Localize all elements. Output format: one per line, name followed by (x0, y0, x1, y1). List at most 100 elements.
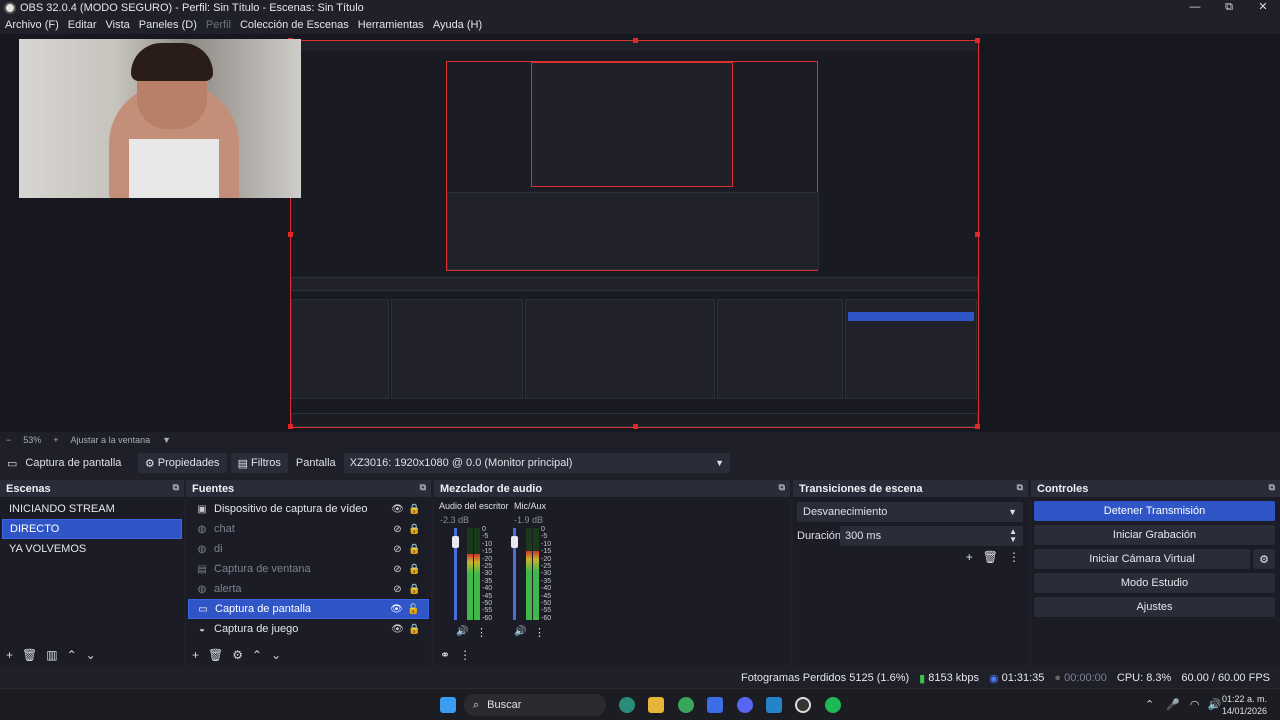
settings-button[interactable]: Ajustes (1034, 597, 1275, 617)
obs-icon[interactable] (795, 697, 811, 713)
resize-handle[interactable] (975, 232, 980, 237)
move-up-icon[interactable]: ⌃ (252, 648, 262, 662)
add-icon[interactable]: + (6, 648, 13, 662)
undock-icon[interactable]: ⧉ (1269, 482, 1275, 493)
more-icon[interactable]: ⋮ (1008, 550, 1020, 564)
speaker-icon[interactable]: 🔊 (514, 626, 526, 637)
trash-icon[interactable]: 🗑 (22, 648, 37, 662)
lock-icon[interactable]: 🔒 (406, 524, 423, 535)
chevron-down-icon[interactable]: ▼ (162, 435, 171, 445)
duration-input[interactable]: 300 ms ▲ ▼ (840, 526, 1023, 546)
webcam-preview[interactable] (19, 39, 301, 198)
stop-streaming-button[interactable]: Detener Transmisión (1034, 501, 1275, 521)
move-up-icon[interactable]: ⌃ (67, 648, 77, 662)
move-down-icon[interactable]: ⌄ (86, 648, 96, 662)
lock-icon[interactable]: 🔒 (406, 564, 423, 575)
undock-icon[interactable]: ⧉ (1017, 482, 1023, 493)
gear-icon[interactable]: ⚙ (232, 648, 243, 662)
discord-icon[interactable] (737, 697, 753, 713)
scene-item[interactable]: DIRECTO (2, 519, 182, 539)
menu-herramientas[interactable]: Herramientas (358, 19, 424, 31)
eye-hidden-icon[interactable]: ⊘ (389, 564, 406, 575)
eye-icon[interactable]: 👁 (389, 504, 406, 515)
eye-hidden-icon[interactable]: ⊘ (389, 544, 406, 555)
lock-icon[interactable]: 🔒 (406, 624, 423, 635)
scene-item[interactable]: INICIANDO STREAM (2, 499, 182, 519)
resize-handle[interactable] (288, 232, 293, 237)
photos-icon[interactable] (766, 697, 782, 713)
source-item[interactable]: ▤ Captura de ventana ⊘ 🔒 (188, 559, 429, 579)
resize-handle[interactable] (288, 424, 293, 429)
add-icon[interactable]: + (966, 550, 973, 564)
source-item[interactable]: ◒ Captura de juego 👁 🔒 (188, 619, 429, 639)
menu-vista[interactable]: Vista (106, 19, 130, 31)
screen-capture-preview[interactable] (288, 38, 980, 429)
menu-paneles[interactable]: Paneles (D) (139, 19, 197, 31)
move-down-icon[interactable]: ⌄ (271, 648, 281, 662)
wifi-icon[interactable]: ◠ (1190, 698, 1200, 711)
folder-icon[interactable] (648, 697, 664, 713)
close-button[interactable]: ✕ (1246, 0, 1280, 16)
undock-icon[interactable]: ⧉ (420, 482, 426, 493)
taskbar-search[interactable]: ⌕ Buscar (464, 694, 606, 716)
menu-perfil[interactable]: Perfil (206, 19, 231, 31)
maximize-button[interactable]: ⧉ (1212, 0, 1246, 16)
eye-icon[interactable]: 👁 (389, 624, 406, 635)
start-virtual-camera-button[interactable]: Iniciar Cámara Virtual (1034, 549, 1250, 569)
source-item[interactable]: ▭ Captura de pantalla 👁 🔓 (188, 599, 429, 619)
lock-icon[interactable]: 🔒 (406, 504, 423, 515)
undock-icon[interactable]: ⧉ (173, 482, 179, 493)
lock-icon[interactable]: 🔒 (406, 584, 423, 595)
resize-handle[interactable] (975, 424, 980, 429)
trash-icon[interactable]: 🗑 (208, 648, 223, 662)
spin-arrows-icon[interactable]: ▲ ▼ (1009, 528, 1017, 544)
fader-knob[interactable] (511, 536, 518, 548)
resize-handle[interactable] (975, 38, 980, 43)
fit-window-dropdown[interactable]: Ajustar a la ventana (71, 435, 151, 445)
menu-ayuda[interactable]: Ayuda (H) (433, 19, 482, 31)
clock[interactable]: 01:22 a. m. 14/01/2026 (1222, 693, 1267, 717)
filters-button[interactable]: ▤ Filtros (230, 453, 288, 473)
source-item[interactable]: ◍ chat ⊘ 🔒 (188, 519, 429, 539)
fader-knob[interactable] (452, 536, 459, 548)
gear-icon[interactable]: ⚙ (1253, 549, 1275, 569)
add-icon[interactable]: + (192, 648, 199, 662)
start-recording-button[interactable]: Iniciar Grabación (1034, 525, 1275, 545)
unlock-icon[interactable]: 🔓 (405, 604, 422, 615)
zoom-in-button[interactable]: + (53, 435, 58, 445)
menu-coleccion-escenas[interactable]: Colección de Escenas (240, 19, 349, 31)
undock-icon[interactable]: ⧉ (779, 482, 785, 493)
chevron-up-icon[interactable]: ⌃ (1145, 698, 1154, 711)
chrome-icon[interactable] (678, 697, 694, 713)
windows-start-icon[interactable] (440, 697, 456, 713)
resize-handle[interactable] (633, 424, 638, 429)
resize-handle[interactable] (633, 38, 638, 43)
volume-icon[interactable]: 🔊 (1208, 698, 1222, 711)
more-icon[interactable]: ⋮ (476, 626, 487, 639)
trash-icon[interactable]: 🗑 (983, 550, 998, 564)
source-item[interactable]: ◍ di ⊘ 🔒 (188, 539, 429, 559)
transition-select[interactable]: Desvanecimiento ▼ (797, 502, 1023, 522)
zoom-out-button[interactable]: − (6, 435, 11, 445)
eye-icon[interactable]: 👁 (388, 604, 405, 615)
studio-mode-button[interactable]: Modo Estudio (1034, 573, 1275, 593)
speaker-icon[interactable]: 🔊 (456, 626, 468, 637)
menu-editar[interactable]: Editar (68, 19, 97, 31)
source-item[interactable]: ▣ Dispositivo de captura de vídeo 👁 🔒 (188, 499, 429, 519)
more-icon[interactable]: ⋮ (534, 626, 545, 639)
source-item[interactable]: ◍ alerta ⊘ 🔒 (188, 579, 429, 599)
mic-icon[interactable]: 🎤 (1166, 698, 1180, 711)
display-select[interactable]: XZ3016: 1920x1080 @ 0.0 (Monitor princip… (343, 453, 730, 473)
eye-hidden-icon[interactable]: ⊘ (389, 584, 406, 595)
edge-icon[interactable] (619, 697, 635, 713)
mail-icon[interactable] (707, 697, 723, 713)
spotify-icon[interactable] (825, 697, 841, 713)
menu-archivo[interactable]: Archivo (F) (5, 19, 59, 31)
minimize-button[interactable]: — (1178, 0, 1212, 16)
properties-button[interactable]: ⚙ Propiedades (137, 453, 227, 473)
more-icon[interactable]: ⋮ (459, 648, 471, 662)
scene-item[interactable]: YA VOLVEMOS (2, 539, 182, 559)
link-icon[interactable]: ⚭ (440, 648, 450, 662)
lock-icon[interactable]: 🔒 (406, 544, 423, 555)
filter-icon[interactable]: ▥ (46, 648, 57, 662)
